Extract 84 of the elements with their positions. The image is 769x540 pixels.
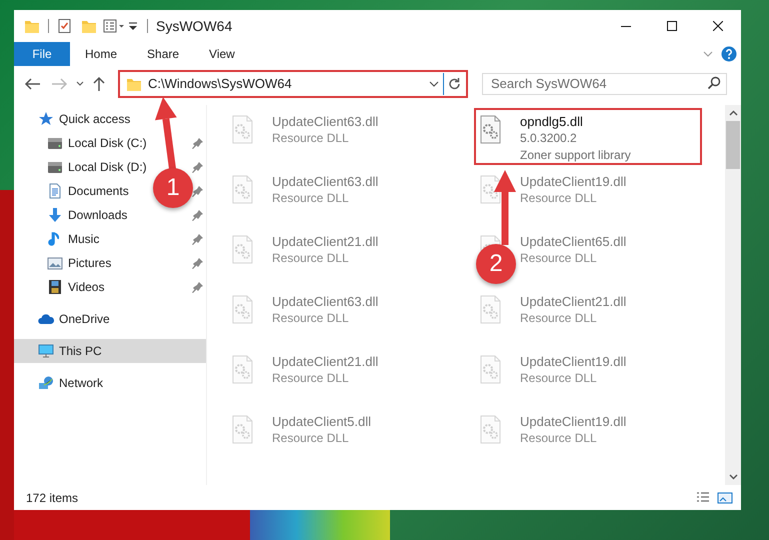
download-arrow-icon (47, 207, 63, 223)
dll-file-icon (231, 295, 254, 324)
search-icon (707, 76, 721, 90)
sidebar-item[interactable]: Documents (14, 179, 133, 203)
dll-file-icon (479, 115, 502, 144)
file-name: UpdateClient21.dll (520, 293, 626, 310)
sidebar-item[interactable]: Music (14, 227, 104, 251)
pin-icon[interactable] (192, 162, 203, 172)
file-detail: Resource DLL (520, 370, 598, 387)
file-name: UpdateClient21.dll (272, 233, 378, 250)
file-detail: Resource DLL (272, 130, 350, 147)
dll-file-icon (231, 415, 254, 444)
dll-file-icon (231, 355, 254, 384)
dll-file-icon (479, 355, 502, 384)
network-icon (38, 375, 54, 391)
file-name: UpdateClient19.dll (520, 413, 626, 430)
sidebar-item[interactable]: Downloads (14, 203, 132, 227)
address-path: C:\Windows\SysWOW64 (148, 75, 293, 94)
pin-icon[interactable] (192, 234, 203, 244)
film-icon (47, 279, 63, 295)
scroll-down-icon[interactable] (728, 474, 738, 480)
file-detail: Resource DLL (520, 190, 598, 207)
large-icons-view-icon[interactable] (717, 490, 733, 506)
monitor-icon (38, 343, 54, 359)
file-name: UpdateClient5.dll (272, 413, 372, 430)
maximize-icon (667, 21, 677, 31)
address-bar[interactable]: C:\Windows\SysWOW64 (118, 70, 468, 98)
sidebar-item[interactable]: Videos (14, 275, 108, 299)
drive-icon (47, 135, 63, 151)
file-name: UpdateClient65.dll (520, 233, 626, 250)
pin-icon[interactable] (192, 186, 203, 196)
pin-icon[interactable] (192, 282, 203, 292)
picture-icon (47, 255, 63, 271)
file-name: UpdateClient63.dll (272, 293, 378, 310)
item-count: 172 items (26, 490, 78, 506)
ribbon-tab[interactable]: View (194, 42, 250, 66)
file-name: UpdateClient19.dll (520, 173, 626, 190)
file-name: UpdateClient63.dll (272, 113, 378, 130)
pin-icon[interactable] (192, 138, 203, 148)
file-detail: Resource DLL (520, 430, 598, 447)
dll-file-icon (231, 175, 254, 204)
checklist-icon[interactable] (57, 18, 73, 34)
star-icon (38, 111, 54, 127)
dll-file-icon (231, 115, 254, 144)
sidebar-item[interactable]: OneDrive (14, 307, 114, 331)
sidebar-item[interactable]: Quick access (14, 107, 134, 131)
scroll-up-icon[interactable] (728, 110, 738, 116)
dll-file-icon (479, 415, 502, 444)
file-menu-tab[interactable]: File (14, 42, 70, 66)
sidebar-item[interactable]: Local Disk (D:) (14, 155, 151, 179)
file-detail: 5.0.3200.2 (520, 130, 578, 147)
properties-icon[interactable] (103, 18, 125, 34)
close-icon (713, 21, 723, 31)
search-field[interactable]: Search SysWOW64 (482, 72, 727, 94)
sidebar-item[interactable]: Network (14, 371, 108, 395)
file-name: UpdateClient21.dll (272, 353, 378, 370)
ribbon-tab[interactable]: Home (70, 42, 132, 66)
file-detail: Resource DLL (520, 310, 598, 327)
file-detail: Resource DLL (272, 310, 350, 327)
window-title: SysWOW64 (156, 16, 232, 36)
file-name: opndlg5.dll (520, 113, 584, 130)
file-detail: Resource DLL (272, 370, 350, 387)
sidebar-item[interactable]: Pictures (14, 251, 116, 275)
dll-file-icon (479, 295, 502, 324)
dll-file-icon (479, 175, 502, 204)
file-detail: Resource DLL (272, 250, 350, 267)
folder-icon (126, 76, 142, 92)
file-item[interactable]: opndlg5.dll 5.0.3200.2 Zoner support library (474, 108, 702, 165)
pin-icon[interactable] (192, 210, 203, 220)
sidebar-item[interactable]: Local Disk (C:) (14, 131, 151, 155)
file-detail: Resource DLL (272, 190, 350, 207)
drive-icon (47, 159, 63, 175)
file-detail: Resource DLL (272, 430, 350, 447)
ribbon-tab[interactable]: Share (132, 42, 194, 66)
pin-icon[interactable] (192, 258, 203, 268)
file-name: UpdateClient63.dll (272, 173, 378, 190)
file-name: UpdateClient19.dll (520, 353, 626, 370)
dll-file-icon (231, 235, 254, 264)
file-detail: Zoner support library (520, 147, 631, 164)
document-icon (47, 183, 63, 199)
scrollbar-thumb[interactable] (726, 121, 740, 169)
scrollbar[interactable] (725, 105, 741, 485)
sidebar-item[interactable]: This PC (14, 339, 206, 363)
file-detail: Resource DLL (520, 250, 598, 267)
